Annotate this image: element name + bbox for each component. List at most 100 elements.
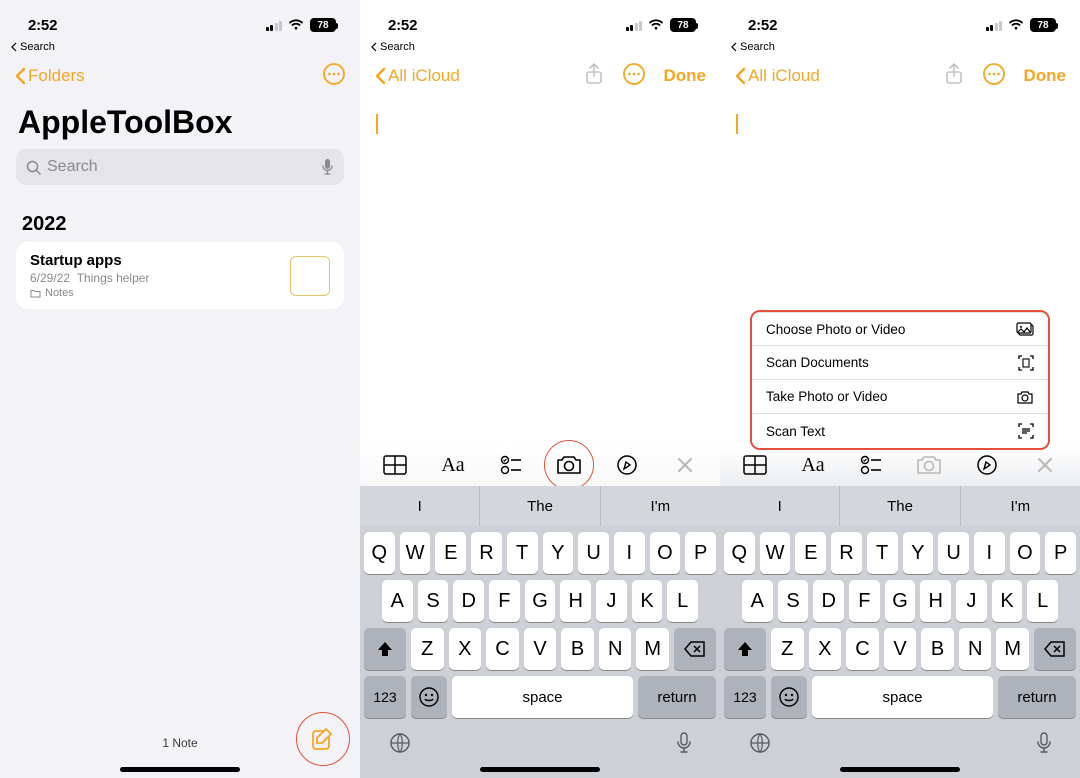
back-all-icloud[interactable]: All iCloud bbox=[734, 66, 820, 86]
menu-take-photo[interactable]: Take Photo or Video bbox=[752, 380, 1048, 414]
close-toolbar[interactable] bbox=[665, 445, 705, 485]
camera-tool[interactable] bbox=[909, 445, 949, 485]
dictation-icon[interactable] bbox=[321, 158, 334, 176]
done-button[interactable]: Done bbox=[1024, 66, 1067, 86]
key[interactable]: G bbox=[885, 580, 916, 622]
return-key[interactable]: return bbox=[638, 676, 716, 718]
key[interactable]: B bbox=[921, 628, 954, 670]
key[interactable]: T bbox=[867, 532, 898, 574]
back-all-icloud[interactable]: All iCloud bbox=[374, 66, 460, 86]
delete-key[interactable] bbox=[1034, 628, 1076, 670]
key[interactable]: J bbox=[956, 580, 987, 622]
key[interactable]: G bbox=[525, 580, 556, 622]
key[interactable]: L bbox=[667, 580, 698, 622]
textstyle-tool[interactable]: Aa bbox=[793, 445, 833, 485]
key[interactable]: V bbox=[884, 628, 917, 670]
key[interactable]: C bbox=[846, 628, 879, 670]
key[interactable]: Q bbox=[724, 532, 755, 574]
key[interactable]: W bbox=[400, 532, 431, 574]
key[interactable]: F bbox=[849, 580, 880, 622]
key[interactable]: H bbox=[560, 580, 591, 622]
key[interactable]: T bbox=[507, 532, 538, 574]
key[interactable]: Z bbox=[771, 628, 804, 670]
key[interactable]: A bbox=[382, 580, 413, 622]
suggestion[interactable]: I bbox=[360, 486, 480, 526]
key[interactable]: S bbox=[778, 580, 809, 622]
key[interactable]: K bbox=[992, 580, 1023, 622]
key[interactable]: C bbox=[486, 628, 519, 670]
key[interactable]: O bbox=[1010, 532, 1041, 574]
key[interactable]: U bbox=[578, 532, 609, 574]
key[interactable]: F bbox=[489, 580, 520, 622]
done-button[interactable]: Done bbox=[664, 66, 707, 86]
numbers-key[interactable]: 123 bbox=[364, 676, 406, 718]
key[interactable]: K bbox=[632, 580, 663, 622]
markup-tool[interactable] bbox=[967, 445, 1007, 485]
delete-key[interactable] bbox=[674, 628, 716, 670]
key[interactable]: O bbox=[650, 532, 681, 574]
menu-scan-documents[interactable]: Scan Documents bbox=[752, 346, 1048, 380]
suggestion[interactable]: The bbox=[480, 486, 600, 526]
checklist-tool[interactable] bbox=[491, 445, 531, 485]
suggestion[interactable]: The bbox=[840, 486, 960, 526]
key[interactable]: W bbox=[760, 532, 791, 574]
search-input[interactable]: Search bbox=[16, 149, 344, 185]
key[interactable]: B bbox=[561, 628, 594, 670]
key[interactable]: X bbox=[449, 628, 482, 670]
back-folders[interactable]: Folders bbox=[14, 66, 85, 86]
key[interactable]: L bbox=[1027, 580, 1058, 622]
more-icon[interactable] bbox=[622, 62, 646, 91]
key[interactable]: E bbox=[435, 532, 466, 574]
key[interactable]: R bbox=[471, 532, 502, 574]
space-key[interactable]: space bbox=[812, 676, 993, 718]
share-icon[interactable] bbox=[944, 63, 964, 90]
key[interactable]: S bbox=[418, 580, 449, 622]
space-key[interactable]: space bbox=[452, 676, 633, 718]
table-tool[interactable] bbox=[735, 445, 775, 485]
key[interactable]: A bbox=[742, 580, 773, 622]
key[interactable]: N bbox=[959, 628, 992, 670]
note-body[interactable] bbox=[360, 98, 720, 150]
globe-icon[interactable] bbox=[748, 731, 772, 755]
breadcrumb-back-search[interactable]: Search bbox=[360, 40, 720, 54]
keyboard[interactable]: I The I'm QWERTYUIOP ASDFGHJKL ZXCVBNM 1… bbox=[720, 486, 1080, 778]
keyboard[interactable]: I The I'm QWERTYUIOP ASDFGHJKL ZXCVBNM 1… bbox=[360, 486, 720, 778]
globe-icon[interactable] bbox=[388, 731, 412, 755]
key[interactable]: I bbox=[614, 532, 645, 574]
menu-scan-text[interactable]: Scan Text bbox=[752, 414, 1048, 448]
emoji-key[interactable] bbox=[771, 676, 807, 718]
key[interactable]: Y bbox=[543, 532, 574, 574]
dictation-icon[interactable] bbox=[1036, 732, 1052, 754]
checklist-tool[interactable] bbox=[851, 445, 891, 485]
note-body[interactable] bbox=[720, 98, 1080, 150]
camera-tool[interactable] bbox=[549, 445, 589, 485]
shift-key[interactable] bbox=[364, 628, 406, 670]
menu-choose-photo[interactable]: Choose Photo or Video bbox=[752, 312, 1048, 346]
key[interactable]: X bbox=[809, 628, 842, 670]
key[interactable]: U bbox=[938, 532, 969, 574]
key[interactable]: P bbox=[1045, 532, 1076, 574]
key[interactable]: V bbox=[524, 628, 557, 670]
suggestion[interactable]: I'm bbox=[961, 486, 1080, 526]
breadcrumb-back-search[interactable]: Search bbox=[0, 40, 360, 54]
key[interactable]: M bbox=[636, 628, 669, 670]
key[interactable]: D bbox=[453, 580, 484, 622]
key[interactable]: Y bbox=[903, 532, 934, 574]
key[interactable]: N bbox=[599, 628, 632, 670]
table-tool[interactable] bbox=[375, 445, 415, 485]
breadcrumb-back-search[interactable]: Search bbox=[720, 40, 1080, 54]
key[interactable]: I bbox=[974, 532, 1005, 574]
home-indicator[interactable] bbox=[120, 767, 240, 772]
return-key[interactable]: return bbox=[998, 676, 1076, 718]
key[interactable]: P bbox=[685, 532, 716, 574]
note-list-item[interactable]: Startup apps 6/29/22 Things helper Notes bbox=[16, 242, 344, 309]
key[interactable]: Z bbox=[411, 628, 444, 670]
close-toolbar[interactable] bbox=[1025, 445, 1065, 485]
dictation-icon[interactable] bbox=[676, 732, 692, 754]
markup-tool[interactable] bbox=[607, 445, 647, 485]
home-indicator[interactable] bbox=[840, 767, 960, 772]
emoji-key[interactable] bbox=[411, 676, 447, 718]
share-icon[interactable] bbox=[584, 63, 604, 90]
suggestion[interactable]: I'm bbox=[601, 486, 720, 526]
suggestion[interactable]: I bbox=[720, 486, 840, 526]
